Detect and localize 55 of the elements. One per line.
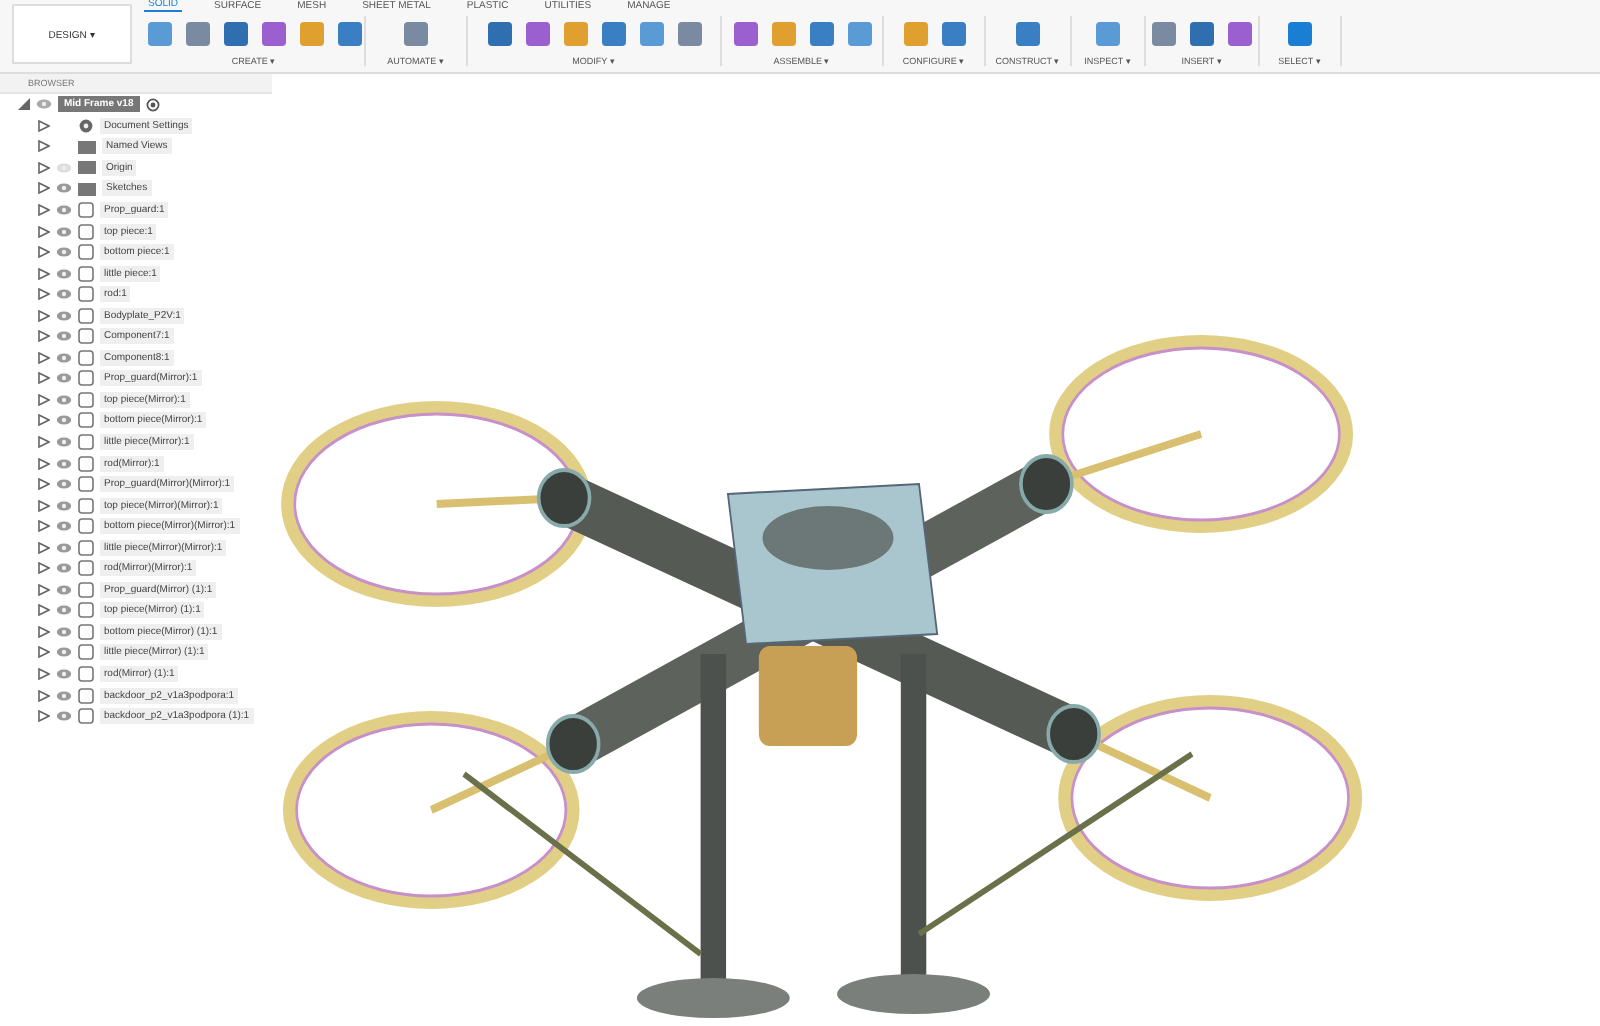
eye-icon[interactable] bbox=[56, 478, 72, 491]
eye-icon[interactable] bbox=[56, 288, 72, 301]
eye-icon[interactable] bbox=[56, 182, 72, 195]
toolbar-icon[interactable] bbox=[143, 18, 175, 50]
eye-icon[interactable] bbox=[56, 710, 72, 723]
eye-icon[interactable] bbox=[56, 330, 72, 343]
toolbar-icon[interactable] bbox=[729, 18, 761, 50]
toolbar-icon[interactable] bbox=[937, 18, 969, 50]
toolbar-icon[interactable] bbox=[1092, 18, 1124, 50]
eye-icon[interactable] bbox=[56, 204, 72, 216]
eye-icon[interactable] bbox=[56, 436, 72, 449]
eye-icon[interactable] bbox=[56, 267, 72, 280]
collapse-icon[interactable] bbox=[18, 98, 30, 111]
eye-icon[interactable] bbox=[56, 309, 72, 322]
eye-icon[interactable] bbox=[56, 689, 72, 702]
eye-icon[interactable] bbox=[56, 583, 72, 596]
eye-icon[interactable] bbox=[56, 499, 72, 512]
eye-icon[interactable] bbox=[56, 372, 72, 385]
toolbar-icon[interactable] bbox=[843, 18, 875, 50]
eye-icon[interactable] bbox=[56, 541, 72, 554]
toolbar-icon[interactable] bbox=[483, 18, 515, 50]
eye-icon[interactable] bbox=[56, 604, 72, 617]
toolbar-icon[interactable] bbox=[295, 18, 327, 50]
toolbar-icon[interactable] bbox=[1186, 18, 1218, 50]
toolbar-icon[interactable] bbox=[597, 18, 629, 50]
eye-icon[interactable] bbox=[56, 351, 72, 364]
toolbar-icon[interactable] bbox=[673, 18, 705, 50]
toolbar-icon[interactable] bbox=[899, 18, 931, 50]
eye-icon[interactable] bbox=[56, 393, 72, 406]
toolbar-icon[interactable] bbox=[635, 18, 667, 50]
toolbar-icon[interactable] bbox=[559, 18, 591, 50]
toolbar-icon[interactable] bbox=[1012, 18, 1044, 50]
toolbar-icon[interactable] bbox=[400, 18, 432, 50]
eye-icon[interactable] bbox=[56, 562, 72, 575]
eye-icon[interactable] bbox=[56, 246, 72, 259]
eye-icon[interactable] bbox=[56, 520, 72, 533]
toolbar-icon[interactable] bbox=[333, 18, 365, 50]
eye-icon[interactable] bbox=[56, 457, 72, 470]
eye-icon[interactable] bbox=[56, 625, 72, 638]
toolbar-icon[interactable] bbox=[1148, 18, 1180, 50]
toolbar-icon[interactable] bbox=[219, 18, 251, 50]
gear-icon bbox=[78, 117, 94, 134]
toolbar-icon[interactable] bbox=[181, 18, 213, 50]
toolbar-icon[interactable] bbox=[767, 18, 799, 50]
toolbar-icon[interactable] bbox=[805, 18, 837, 50]
toolbar-icon[interactable] bbox=[1224, 18, 1256, 50]
toolbar-icon[interactable] bbox=[257, 18, 289, 50]
eye-icon[interactable] bbox=[56, 225, 72, 238]
toolbar-icon[interactable] bbox=[521, 18, 553, 50]
toolbar-icon[interactable] bbox=[1284, 18, 1316, 50]
eye-icon[interactable] bbox=[36, 98, 52, 111]
eye-icon[interactable] bbox=[56, 646, 72, 659]
eye-icon[interactable] bbox=[56, 668, 72, 681]
radio-icon[interactable] bbox=[145, 97, 160, 112]
eye-icon[interactable] bbox=[56, 414, 72, 427]
